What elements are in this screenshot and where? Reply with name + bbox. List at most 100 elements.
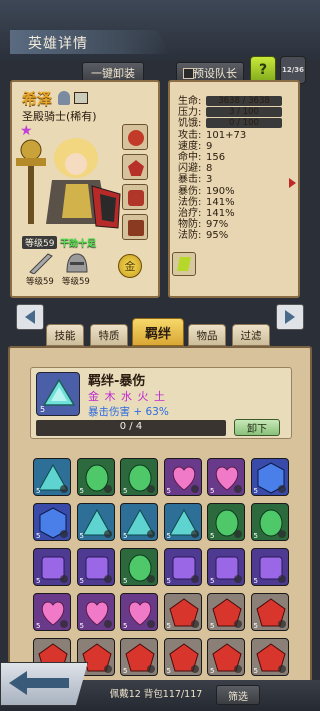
gem-level: 5 <box>253 577 258 585</box>
gem-slot[interactable]: 5 <box>163 593 202 631</box>
page-title: 英雄详情 <box>28 36 88 52</box>
tab-traits[interactable]: 特质 <box>90 324 128 346</box>
gem-slot[interactable]: 5 <box>120 458 158 496</box>
stat-value: 156 <box>206 151 226 163</box>
stat-row: 命中: 156 <box>178 152 298 163</box>
gem-level: 5 <box>210 622 215 630</box>
bond-elements: 金 木 水 火 土 <box>88 390 166 403</box>
bond-gem-level: 5 <box>40 405 46 414</box>
gem-level: 5 <box>166 487 171 495</box>
stat-row: 压力: 3 / 100 <box>178 107 298 118</box>
gem-level: 5 <box>253 532 258 540</box>
equip-slot-1[interactable] <box>122 124 148 150</box>
gem-level: 5 <box>210 532 215 540</box>
stat-label: 闪避: <box>178 163 202 175</box>
equip-slot-4[interactable] <box>122 214 148 240</box>
helmet-icon[interactable] <box>64 252 90 274</box>
gem-slot[interactable]: 5 <box>120 548 158 586</box>
filter-button[interactable]: 筛选 <box>216 685 260 705</box>
armor-level: 等级59 <box>62 277 90 287</box>
gem-slot[interactable]: 5 <box>33 458 71 496</box>
checkbox-icon <box>183 68 194 79</box>
tab-bond[interactable]: 羁绊 <box>132 318 184 346</box>
gem-slot[interactable]: 5 <box>163 548 202 586</box>
gem-slot[interactable]: 5 <box>120 593 158 631</box>
equip-slot-2[interactable] <box>122 154 148 180</box>
gem-level: 5 <box>36 487 41 495</box>
tab-items[interactable]: 物品 <box>188 324 226 346</box>
skill-tag: 干劲十足 <box>60 239 97 249</box>
gem-level: 5 <box>123 577 128 585</box>
gem-slot[interactable]: 5 <box>250 548 289 586</box>
equip-slot-3[interactable] <box>122 184 148 210</box>
unequip-button[interactable]: 卸下 <box>234 419 280 436</box>
stat-value: 95% <box>206 230 229 242</box>
gem-slot[interactable]: 5 <box>163 638 202 676</box>
gem-slot[interactable]: 5 <box>250 458 289 496</box>
gem-level: 5 <box>36 532 41 540</box>
gem-slot[interactable]: 5 <box>76 593 115 631</box>
gem-slot[interactable]: 5 <box>163 503 202 541</box>
gender-icon <box>58 91 70 105</box>
gem-slot[interactable]: 5 <box>76 548 115 586</box>
gem-slot[interactable]: 5 <box>207 548 245 586</box>
gem-slot[interactable]: 5 <box>163 458 202 496</box>
gem-level: 5 <box>210 667 215 675</box>
gem-level: 5 <box>79 577 84 585</box>
hero-portrait <box>16 138 121 229</box>
gem-level: 5 <box>253 622 258 630</box>
bond-progress-text: 0 / 4 <box>119 421 143 432</box>
stat-label: 饥饿: <box>178 118 202 130</box>
stat-value: 8 <box>206 163 213 175</box>
stat-label: 暴击: <box>178 174 202 186</box>
gem-slot[interactable]: 5 <box>76 458 115 496</box>
gem-slot[interactable]: 5 <box>207 638 245 676</box>
gem-level: 5 <box>253 667 258 675</box>
stat-row: 攻击: 101+73 <box>178 130 298 141</box>
stat-value: 3 / 100 <box>206 107 282 118</box>
stat-row: 治疗: 141% <box>178 208 298 219</box>
stat-value: 97% <box>206 219 229 231</box>
stat-label: 暴伤: <box>178 185 202 197</box>
edit-icon[interactable] <box>74 92 88 104</box>
stat-value: 3 <box>206 174 213 186</box>
gem-slot[interactable]: 5 <box>250 503 289 541</box>
stat-row: 暴伤: 190% <box>178 186 298 197</box>
gem-slot[interactable]: 5 <box>207 458 245 496</box>
stat-label: 速度: <box>178 140 202 152</box>
gem-level: 5 <box>166 532 171 540</box>
gem-level: 5 <box>166 622 171 630</box>
back-button[interactable] <box>0 662 88 706</box>
gem-level: 5 <box>79 487 84 495</box>
stat-row: 闪避: 8 <box>178 163 298 174</box>
gem-level: 5 <box>123 622 128 630</box>
hero-level: 等级59 <box>22 236 58 249</box>
stat-value: 9 <box>206 140 213 152</box>
gem-slot[interactable]: 5 <box>33 548 71 586</box>
gem-slot[interactable]: 5 <box>207 503 245 541</box>
gem-slot[interactable]: 5 <box>120 638 158 676</box>
trait-icon[interactable] <box>172 252 196 276</box>
stat-row: 生命: 3638 / 3638 <box>178 96 298 107</box>
bond-gem-slot[interactable]: 5 <box>36 372 80 416</box>
bond-effect: 暴击伤害 + 63% <box>88 406 169 418</box>
gem-slot[interactable]: 5 <box>250 593 289 631</box>
gem-slot[interactable]: 5 <box>207 593 245 631</box>
gem-slot[interactable]: 5 <box>33 503 71 541</box>
gem-slot[interactable]: 5 <box>120 503 158 541</box>
stat-label: 法伤: <box>178 196 202 208</box>
capacity-text: 佩戴12 背包117/117 <box>109 689 203 700</box>
sword-icon[interactable] <box>28 252 54 274</box>
tab-skills[interactable]: 技能 <box>46 324 84 346</box>
bond-progress-bar: 0 / 4 <box>36 420 226 436</box>
gem-slot[interactable]: 5 <box>33 593 71 631</box>
stat-value: 141% <box>206 207 235 219</box>
stat-row: 物防: 97% <box>178 219 298 230</box>
tab-filter[interactable]: 过滤 <box>232 324 270 346</box>
arrow-right-icon[interactable] <box>289 178 296 188</box>
gem-level: 5 <box>123 487 128 495</box>
gem-slot[interactable]: 5 <box>76 503 115 541</box>
gem-slot[interactable]: 5 <box>250 638 289 676</box>
gold-coin-button[interactable]: 金 <box>118 254 142 278</box>
gem-level: 5 <box>210 487 215 495</box>
